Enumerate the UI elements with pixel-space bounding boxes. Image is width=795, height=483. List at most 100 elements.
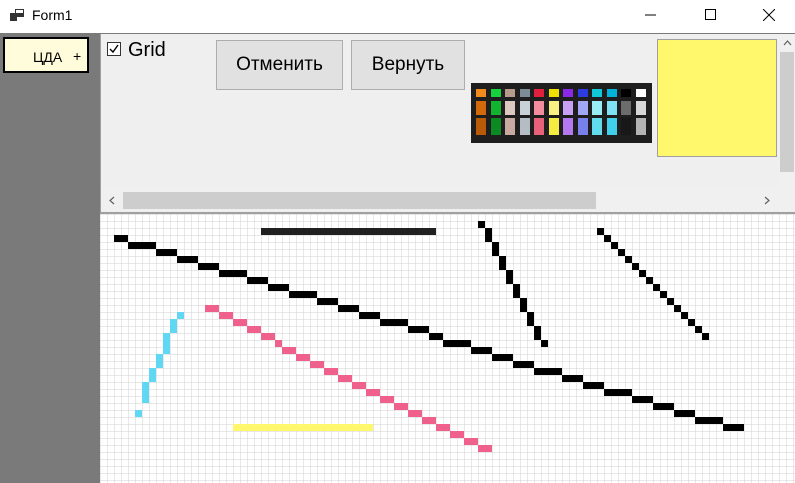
- stroke-pixel: [401, 228, 408, 235]
- color-swatch[interactable]: [505, 89, 515, 97]
- color-swatch[interactable]: [534, 118, 544, 135]
- stroke-pixel: [478, 347, 485, 354]
- color-swatch[interactable]: [577, 101, 588, 115]
- stroke-pixel: [366, 228, 373, 235]
- canvas-grid: [100, 214, 795, 483]
- stroke-pixel: [240, 424, 247, 431]
- stroke-pixel: [170, 326, 177, 333]
- stroke-pixel: [387, 319, 394, 326]
- color-swatch[interactable]: [635, 89, 646, 97]
- color-swatch[interactable]: [505, 118, 515, 135]
- color-palette[interactable]: [471, 83, 652, 143]
- maximize-button[interactable]: [688, 0, 734, 30]
- vertical-scrollbar[interactable]: [778, 34, 795, 189]
- color-swatch[interactable]: [476, 89, 486, 97]
- stroke-pixel: [723, 424, 730, 431]
- color-swatch[interactable]: [534, 89, 544, 97]
- stroke-pixel: [359, 382, 366, 389]
- stroke-pixel: [156, 354, 163, 361]
- stroke-pixel: [282, 424, 289, 431]
- stroke-pixel: [618, 389, 625, 396]
- stroke-pixel: [436, 333, 443, 340]
- stroke-pixel: [660, 403, 667, 410]
- stroke-pixel: [121, 235, 128, 242]
- color-swatch[interactable]: [490, 101, 501, 115]
- color-swatch[interactable]: [592, 89, 602, 97]
- stroke-pixel: [205, 263, 212, 270]
- color-swatch[interactable]: [635, 118, 646, 135]
- color-swatch[interactable]: [490, 89, 501, 97]
- stroke-pixel: [506, 277, 513, 284]
- scroll-up-icon[interactable]: [778, 34, 795, 52]
- color-swatch[interactable]: [577, 89, 588, 97]
- redo-button[interactable]: Вернуть: [351, 40, 465, 90]
- stroke-pixel: [163, 249, 170, 256]
- color-swatch[interactable]: [548, 89, 559, 97]
- stroke-pixel: [653, 403, 660, 410]
- color-swatch[interactable]: [476, 118, 486, 135]
- color-swatch[interactable]: [635, 101, 646, 115]
- stroke-pixel: [240, 270, 247, 277]
- color-swatch[interactable]: [563, 118, 573, 135]
- stroke-pixel: [541, 368, 548, 375]
- vertical-scroll-thumb[interactable]: [780, 52, 794, 172]
- color-swatch[interactable]: [577, 118, 588, 135]
- stroke-pixel: [268, 284, 275, 291]
- stroke-pixel: [604, 389, 611, 396]
- stroke-pixel: [303, 228, 310, 235]
- stroke-pixel: [632, 263, 639, 270]
- color-swatch[interactable]: [621, 89, 631, 97]
- scroll-left-icon[interactable]: [101, 189, 123, 211]
- stroke-pixel: [716, 417, 723, 424]
- stroke-pixel: [128, 242, 135, 249]
- grid-label[interactable]: Grid: [128, 39, 166, 62]
- color-swatch[interactable]: [548, 101, 559, 115]
- stroke-pixel: [205, 305, 212, 312]
- color-swatch[interactable]: [519, 118, 530, 135]
- color-swatch[interactable]: [519, 89, 530, 97]
- tool-panel: Grid Отменить Вернуть: [100, 34, 795, 212]
- color-swatch[interactable]: [592, 118, 602, 135]
- color-swatch[interactable]: [621, 118, 631, 135]
- stroke-pixel: [310, 228, 317, 235]
- horizontal-scroll-thumb[interactable]: [123, 192, 596, 209]
- stroke-pixel: [345, 305, 352, 312]
- stroke-pixel: [443, 340, 450, 347]
- stroke-pixel: [114, 235, 121, 242]
- grid-checkbox[interactable]: [107, 42, 121, 56]
- color-swatch[interactable]: [490, 118, 501, 135]
- color-swatch[interactable]: [606, 101, 617, 115]
- horizontal-scrollbar[interactable]: [101, 189, 778, 211]
- minimize-button[interactable]: [628, 0, 674, 30]
- stroke-pixel: [625, 389, 632, 396]
- color-swatch[interactable]: [519, 101, 530, 115]
- stroke-pixel: [408, 228, 415, 235]
- stroke-pixel: [345, 424, 352, 431]
- stroke-pixel: [296, 228, 303, 235]
- stroke-pixel: [380, 319, 387, 326]
- stroke-pixel: [422, 326, 429, 333]
- stroke-pixel: [702, 417, 709, 424]
- stroke-pixel: [429, 228, 436, 235]
- stroke-pixel: [688, 410, 695, 417]
- add-tab-button[interactable]: +: [73, 48, 81, 64]
- color-swatch[interactable]: [621, 101, 631, 115]
- color-swatch[interactable]: [592, 101, 602, 115]
- undo-button[interactable]: Отменить: [216, 40, 343, 90]
- color-swatch[interactable]: [548, 118, 559, 135]
- close-button[interactable]: [746, 0, 792, 30]
- stroke-pixel: [513, 361, 520, 368]
- drawing-canvas-area[interactable]: [100, 214, 795, 483]
- color-swatch[interactable]: [606, 118, 617, 135]
- color-swatch[interactable]: [534, 101, 544, 115]
- tab-cda[interactable]: ЦДА +: [3, 37, 89, 73]
- stroke-pixel: [338, 228, 345, 235]
- color-swatch[interactable]: [476, 101, 486, 115]
- color-swatch[interactable]: [563, 101, 573, 115]
- stroke-pixel: [380, 396, 387, 403]
- color-swatch[interactable]: [606, 89, 617, 97]
- scroll-right-icon[interactable]: [756, 189, 778, 211]
- color-swatch[interactable]: [505, 101, 515, 115]
- color-swatch[interactable]: [563, 89, 573, 97]
- drawing-canvas[interactable]: [100, 214, 795, 483]
